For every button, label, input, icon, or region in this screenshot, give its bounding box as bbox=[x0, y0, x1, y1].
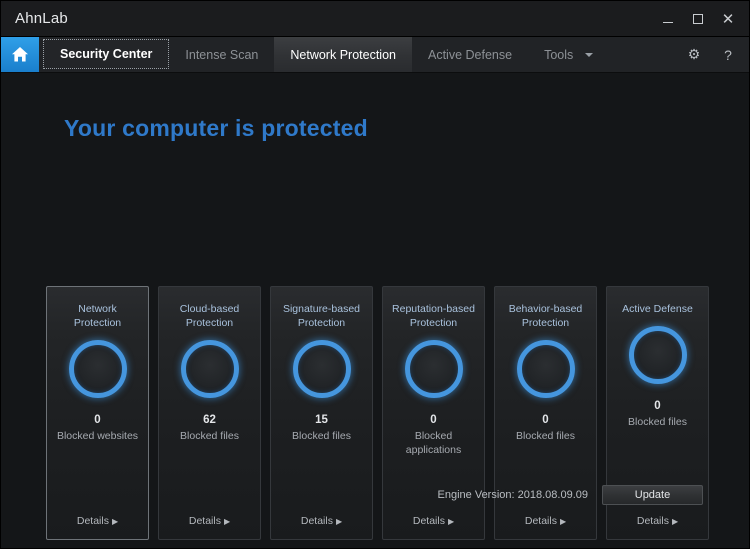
tab-label: Security Center bbox=[60, 47, 153, 61]
maximize-button[interactable] bbox=[683, 6, 713, 32]
tab-label: Active Defense bbox=[427, 47, 513, 62]
status-ring bbox=[403, 338, 465, 400]
card-count: 62 bbox=[203, 414, 216, 426]
nav-right-icons: ⚙ ? bbox=[685, 37, 749, 72]
card-title: Reputation-based Protection bbox=[385, 302, 482, 330]
help-icon[interactable]: ? bbox=[719, 46, 737, 64]
card-count: 0 bbox=[430, 414, 437, 426]
home-icon bbox=[11, 46, 29, 63]
details-link[interactable]: Details ▶ bbox=[271, 515, 372, 527]
nav-bar: Security Center Intense Scan Network Pro… bbox=[1, 37, 749, 73]
chevron-right-icon: ▶ bbox=[559, 517, 567, 526]
card-title-line1: Active Defense bbox=[622, 303, 693, 315]
app-title: AhnLab bbox=[15, 10, 68, 27]
app-window: AhnLab ✕ Security Center Intense Scan Ne… bbox=[0, 0, 750, 549]
tab-label: Tools bbox=[544, 47, 574, 62]
engine-version-label: Engine Version: 2018.08.09.09 bbox=[437, 489, 588, 501]
tab-label: Intense Scan bbox=[185, 47, 259, 62]
card-title-line2: Protection bbox=[185, 317, 234, 329]
minimize-icon bbox=[663, 21, 673, 23]
card-count: 0 bbox=[542, 414, 549, 426]
status-ring bbox=[179, 338, 241, 400]
chevron-down-icon bbox=[585, 52, 594, 57]
card-title-line1: Signature-based bbox=[282, 303, 361, 315]
details-label: Details bbox=[412, 515, 445, 527]
card-title-line2: Protection bbox=[73, 317, 122, 329]
details-label: Details bbox=[300, 515, 333, 527]
card-title: Cloud-based Protection bbox=[161, 302, 258, 330]
card-title: Network Protection bbox=[49, 302, 146, 330]
card-count: 15 bbox=[315, 414, 328, 426]
status-ring bbox=[515, 338, 577, 400]
chevron-right-icon: ▶ bbox=[335, 517, 343, 526]
details-label: Details bbox=[188, 515, 221, 527]
details-label: Details bbox=[76, 515, 109, 527]
footer-bar: Engine Version: 2018.08.09.09 Update bbox=[438, 485, 703, 505]
tab-tools[interactable]: Tools bbox=[528, 37, 599, 72]
tab-intense-scan[interactable]: Intense Scan bbox=[169, 37, 274, 72]
card-count-label: Blocked files bbox=[628, 416, 687, 428]
card-title-line1: Reputation-based bbox=[392, 303, 475, 315]
minimize-button[interactable] bbox=[653, 6, 683, 32]
window-controls: ✕ bbox=[653, 1, 743, 37]
card-count-label: Blocked applications bbox=[405, 430, 462, 456]
gear-icon[interactable]: ⚙ bbox=[685, 46, 703, 64]
main-content: Your computer is protected Network Prote… bbox=[1, 73, 749, 548]
card-title-line2: Protection bbox=[521, 317, 570, 329]
status-ring bbox=[291, 338, 353, 400]
card-cloud-based-protection[interactable]: Cloud-based Protection 62 Blocked files … bbox=[158, 286, 261, 540]
card-title: Signature-based Protection bbox=[273, 302, 370, 330]
card-title: Behavior-based Protection bbox=[497, 302, 594, 330]
title-bar: AhnLab ✕ bbox=[1, 1, 749, 37]
chevron-right-icon: ▶ bbox=[671, 517, 679, 526]
tab-security-center[interactable]: Security Center bbox=[43, 39, 170, 69]
card-title-line1: Cloud-based bbox=[179, 303, 240, 315]
card-title-line1: Network bbox=[78, 303, 117, 315]
status-ring bbox=[67, 338, 129, 400]
card-title-line2: Protection bbox=[409, 317, 458, 329]
page-title: Your computer is protected bbox=[64, 115, 368, 141]
card-title-line2: Protection bbox=[297, 317, 346, 329]
status-ring bbox=[627, 324, 689, 386]
card-title-line1: Behavior-based bbox=[508, 303, 583, 315]
tab-active-defense[interactable]: Active Defense bbox=[412, 37, 528, 72]
card-count: 0 bbox=[94, 414, 101, 426]
details-link[interactable]: Details ▶ bbox=[47, 515, 148, 527]
card-count-label: Blocked files bbox=[516, 430, 575, 442]
maximize-icon bbox=[693, 14, 703, 24]
card-count-label: Blocked files bbox=[292, 430, 351, 442]
card-signature-based-protection[interactable]: Signature-based Protection 15 Blocked fi… bbox=[270, 286, 373, 540]
card-title: Active Defense bbox=[609, 302, 706, 316]
chevron-right-icon: ▶ bbox=[111, 517, 119, 526]
details-link[interactable]: Details ▶ bbox=[383, 515, 484, 527]
card-network-protection[interactable]: Network Protection 0 Blocked websites De… bbox=[46, 286, 149, 540]
card-count: 0 bbox=[654, 400, 661, 412]
details-link[interactable]: Details ▶ bbox=[607, 515, 708, 527]
tab-network-protection[interactable]: Network Protection bbox=[274, 37, 412, 72]
details-label: Details bbox=[636, 515, 669, 527]
chevron-right-icon: ▶ bbox=[447, 517, 455, 526]
chevron-right-icon: ▶ bbox=[223, 517, 231, 526]
home-button[interactable] bbox=[1, 37, 39, 72]
details-link[interactable]: Details ▶ bbox=[495, 515, 596, 527]
close-button[interactable]: ✕ bbox=[713, 6, 743, 32]
update-button[interactable]: Update bbox=[602, 485, 703, 505]
details-label: Details bbox=[524, 515, 557, 527]
card-count-label: Blocked websites bbox=[56, 430, 139, 442]
details-link[interactable]: Details ▶ bbox=[159, 515, 260, 527]
tab-label: Network Protection bbox=[290, 47, 396, 62]
card-count-label: Blocked files bbox=[180, 430, 239, 442]
